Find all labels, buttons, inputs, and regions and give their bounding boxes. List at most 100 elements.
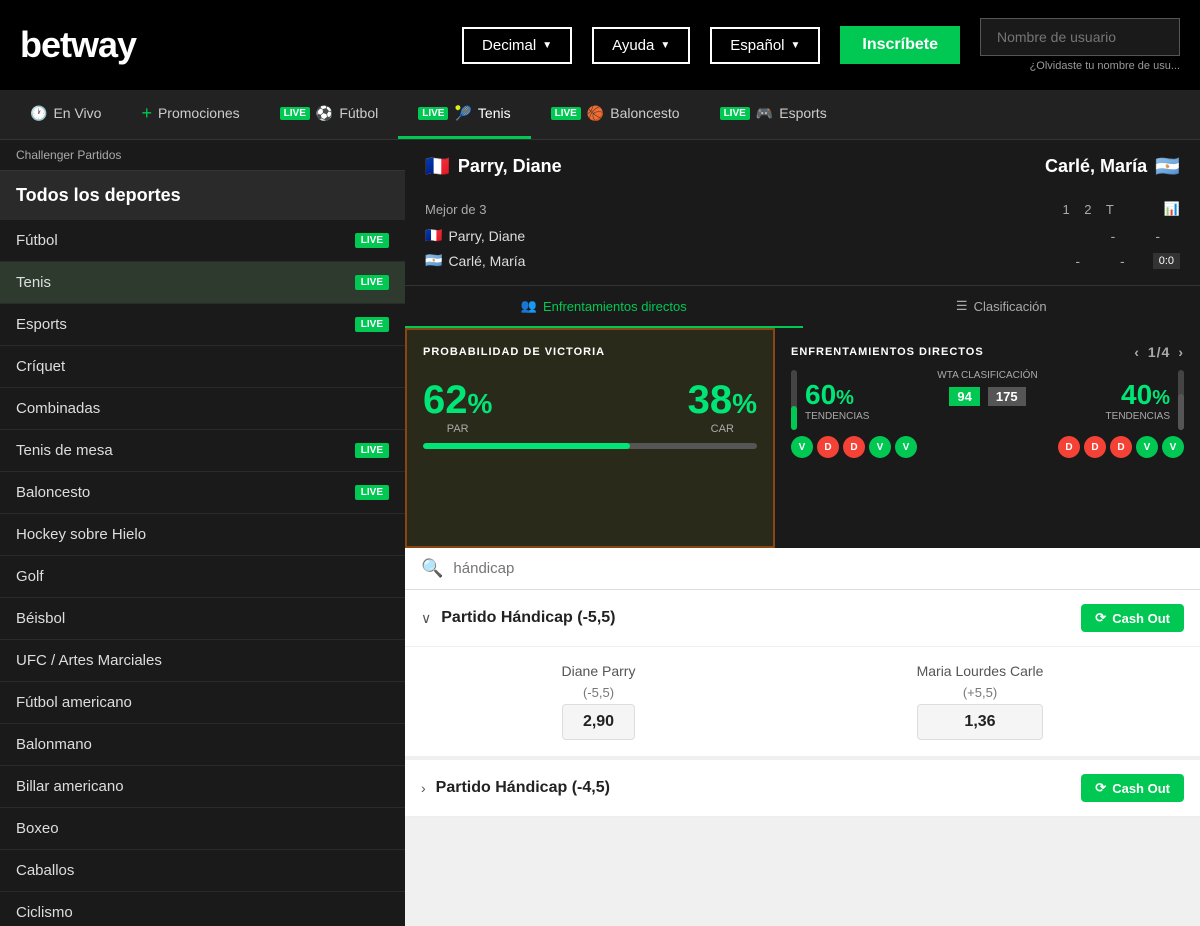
logo: betway: [20, 24, 136, 66]
live-badge: LIVE: [355, 233, 389, 248]
nav-counter: 1/4: [1148, 344, 1170, 360]
wta-section: 60% TENDENCIAS V D D V V: [791, 370, 1184, 458]
sidebar-item-combinadas[interactable]: Combinadas: [0, 388, 405, 430]
player2-trend: 40%: [1106, 379, 1170, 411]
player1-trend: 60%: [805, 379, 869, 411]
prob-bar: [423, 443, 757, 449]
sidebar-item-hockey[interactable]: Hockey sobre Hielo: [0, 514, 405, 556]
cash-out-button-2[interactable]: ⟳ Cash Out: [1081, 774, 1184, 802]
player1-flag: 🇫🇷: [425, 154, 450, 179]
sidebar-item-ufc[interactable]: UFC / Artes Marciales: [0, 640, 405, 682]
sidebar-item-boxeo[interactable]: Boxeo: [0, 808, 405, 850]
score-header: Mejor de 3 1 2 T 📊: [425, 201, 1180, 217]
username-input[interactable]: [980, 18, 1180, 56]
direct-encounters-section: ENFRENTAMIENTOS DIRECTOS ‹ 1/4 ›: [775, 328, 1200, 548]
list-icon: ☰: [956, 298, 968, 314]
chevron-right-icon[interactable]: ›: [1178, 344, 1184, 360]
nav-en-vivo[interactable]: 🕐 En Vivo: [10, 90, 121, 139]
cash-out-icon: ⟳: [1095, 780, 1106, 796]
esports-icon: 🎮: [756, 105, 773, 122]
sidebar-item-esports[interactable]: Esports LIVE: [0, 304, 405, 346]
chevron-down-icon: ▼: [791, 40, 801, 51]
sidebar-item-criquet[interactable]: Críquet: [0, 346, 405, 388]
sidebar-item-ciclismo[interactable]: Ciclismo: [0, 892, 405, 926]
main-layout: Challenger Partidos Todos los deportes F…: [0, 140, 1200, 926]
sidebar-item-tenis[interactable]: Tenis LIVE: [0, 262, 405, 304]
inscribete-button[interactable]: Inscríbete: [840, 26, 960, 64]
live-badge: LIVE: [551, 107, 581, 120]
chevron-down-icon: ▼: [542, 40, 552, 51]
cash-out-button-1[interactable]: ⟳ Cash Out: [1081, 604, 1184, 632]
score-row-player2: 🇦🇷 Carlé, María - - 0:0: [425, 248, 1180, 273]
bet-group-header-1[interactable]: ∨ Partido Hándicap (-5,5) ⟳ Cash Out: [405, 590, 1200, 647]
tennis-icon: 🎾: [454, 105, 471, 122]
stats-panel: PROBABILIDAD DE VICTORIA 62% PAR 38% CAR: [405, 328, 1200, 548]
sidebar-section-title: Todos los deportes: [0, 171, 405, 220]
match-header: 🇫🇷 Parry, Diane Carlé, María 🇦🇷: [405, 140, 1200, 193]
sidebar-item-baloncesto[interactable]: Baloncesto LIVE: [0, 472, 405, 514]
content-area: 🇫🇷 Parry, Diane Carlé, María 🇦🇷 Mejor de…: [405, 140, 1200, 926]
match-tabs: 👥 Enfrentamientos directos ☰ Clasificaci…: [405, 285, 1200, 328]
sidebar-item-balonmano[interactable]: Balonmano: [0, 724, 405, 766]
chevron-right-icon: ›: [421, 780, 426, 796]
tab-enfrentamientos[interactable]: 👥 Enfrentamientos directos: [405, 286, 803, 328]
direct-nav: ‹ 1/4 ›: [1134, 344, 1184, 360]
bet-option-diane[interactable]: Diane Parry (-5,5) 2,90: [562, 663, 636, 740]
bet-option-maria[interactable]: Maria Lourdes Carle (+5,5) 1,36: [917, 663, 1044, 740]
probability-section: PROBABILIDAD DE VICTORIA 62% PAR 38% CAR: [405, 328, 775, 548]
prob-bar-fill: [423, 443, 630, 449]
betting-section: 🔍 ∨ Partido Hándicap (-5,5) ⟳ Cash Out D…: [405, 548, 1200, 817]
ayuda-button[interactable]: Ayuda ▼: [592, 27, 690, 64]
sidebar-item-tenis-mesa[interactable]: Tenis de mesa LIVE: [0, 430, 405, 472]
player1-flag-small: 🇫🇷: [425, 227, 442, 244]
nav-promociones[interactable]: + Promociones: [121, 90, 259, 139]
chevron-down-icon: ∨: [421, 610, 431, 627]
live-badge: LIVE: [280, 107, 310, 120]
sidebar-item-golf[interactable]: Golf: [0, 556, 405, 598]
player2-prob: 38%: [688, 378, 757, 423]
nav-baloncesto[interactable]: LIVE 🏀 Baloncesto: [531, 90, 700, 139]
bet-group-header-2[interactable]: › Partido Hándicap (-4,5) ⟳ Cash Out: [405, 760, 1200, 817]
sidebar-item-beisbol[interactable]: Béisbol: [0, 598, 405, 640]
prob-values: 62% PAR 38% CAR: [423, 378, 757, 435]
player2-name: Carlé, María 🇦🇷: [1045, 154, 1180, 179]
sidebar-item-futbol[interactable]: Fútbol LIVE: [0, 220, 405, 262]
player1-name: 🇫🇷 Parry, Diane: [425, 154, 562, 179]
search-icon: 🔍: [421, 558, 443, 579]
player2-flag: 🇦🇷: [1155, 154, 1180, 179]
search-input[interactable]: [453, 560, 1184, 577]
espanol-button[interactable]: Español ▼: [710, 27, 820, 64]
live-badge: LIVE: [418, 107, 448, 120]
live-badge: LIVE: [355, 317, 389, 332]
sidebar-item-futbol-americano[interactable]: Fútbol americano: [0, 682, 405, 724]
score-row-player1: 🇫🇷 Parry, Diane - -: [425, 223, 1180, 248]
player2-rank: 175: [988, 387, 1026, 406]
basketball-icon: 🏀: [587, 105, 604, 122]
plus-icon: +: [141, 103, 152, 124]
decimal-button[interactable]: Decimal ▼: [462, 27, 572, 64]
live-badge: LIVE: [355, 275, 389, 290]
nav-tenis[interactable]: LIVE 🎾 Tenis: [398, 90, 530, 139]
sidebar-item-caballos[interactable]: Caballos: [0, 850, 405, 892]
bet-group-handicap-5-5: ∨ Partido Hándicap (-5,5) ⟳ Cash Out Dia…: [405, 590, 1200, 756]
bet-options-1: Diane Parry (-5,5) 2,90 Maria Lourdes Ca…: [405, 647, 1200, 756]
live-badge: LIVE: [720, 107, 750, 120]
forgot-link[interactable]: ¿Olvidaste tu nombre de usu...: [1030, 60, 1180, 72]
cash-out-icon: ⟳: [1095, 610, 1106, 626]
stats-icon: 📊: [1164, 201, 1180, 217]
player1-prob: 62%: [423, 378, 492, 423]
tab-clasificacion[interactable]: ☰ Clasificación: [803, 286, 1200, 328]
bet-group-handicap-4-5: › Partido Hándicap (-4,5) ⟳ Cash Out: [405, 760, 1200, 817]
clock-icon: 🕐: [30, 105, 47, 122]
player1-rank: 94: [949, 387, 979, 406]
nav-futbol[interactable]: LIVE ⚽ Fútbol: [260, 90, 399, 139]
sidebar-item-billar[interactable]: Billar americano: [0, 766, 405, 808]
header: betway Decimal ▼ Ayuda ▼ Español ▼ Inscr…: [0, 0, 1200, 90]
nav-esports[interactable]: LIVE 🎮 Esports: [700, 90, 847, 139]
live-badge: LIVE: [355, 485, 389, 500]
live-score: 0:0: [1153, 253, 1180, 269]
chevron-down-icon: ▼: [660, 40, 670, 51]
live-badge: LIVE: [355, 443, 389, 458]
player1-results: V D D V V: [791, 436, 917, 458]
chevron-left-icon[interactable]: ‹: [1134, 344, 1140, 360]
